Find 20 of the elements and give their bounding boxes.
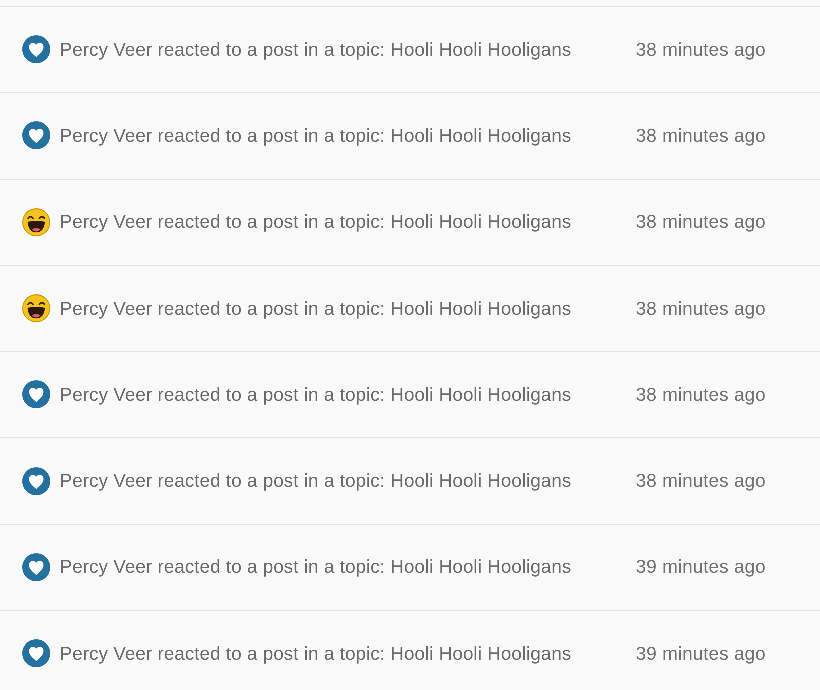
laughing-emoji-icon [22,294,51,324]
timestamp: 38 minutes ago [636,210,766,234]
notification-text: Percy Veer reacted to a post in a topic: Hooli Hooli Hooligans [60,555,573,580]
notification-item[interactable]: Percy Veer reacted to a post in a topic: Hooli Hooli Hooligans 38 minutes ago [0,6,820,92]
notification-item[interactable]: Percy Veer reacted to a post in a topic: Hooli Hooli Hooligans 38 minutes ago [0,351,820,438]
notification-text: Percy Veer reacted to a post in a topic: Hooli Hooli Hooligans [60,296,573,321]
timestamp: 38 minutes ago [636,296,766,321]
notification-text: Percy Veer reacted to a post in a topic: Hooli Hooli Hooligans [60,38,573,62]
laughing-emoji-icon [22,208,51,237]
notification-text: Percy Veer reacted to a post in a topic: Hooli Hooli Hooligans [60,382,573,407]
notification-text: Percy Veer reacted to a post in a topic: Hooli Hooli Hooligans [60,124,573,148]
timestamp: 38 minutes ago [636,382,766,407]
notification-text: Percy Veer reacted to a post in a topic: Hooli Hooli Hooligans [60,469,573,494]
timestamp: 39 minutes ago [636,555,766,580]
timestamp: 38 minutes ago [636,469,766,494]
notification-text: Percy Veer reacted to a post in a topic: Hooli Hooli Hooligans [60,642,573,666]
timestamp: 38 minutes ago [636,124,766,148]
timestamp: 38 minutes ago [636,38,766,62]
notification-text: Percy Veer reacted to a post in a topic: Hooli Hooli Hooligans [60,210,573,234]
timestamp: 39 minutes ago [636,642,766,666]
